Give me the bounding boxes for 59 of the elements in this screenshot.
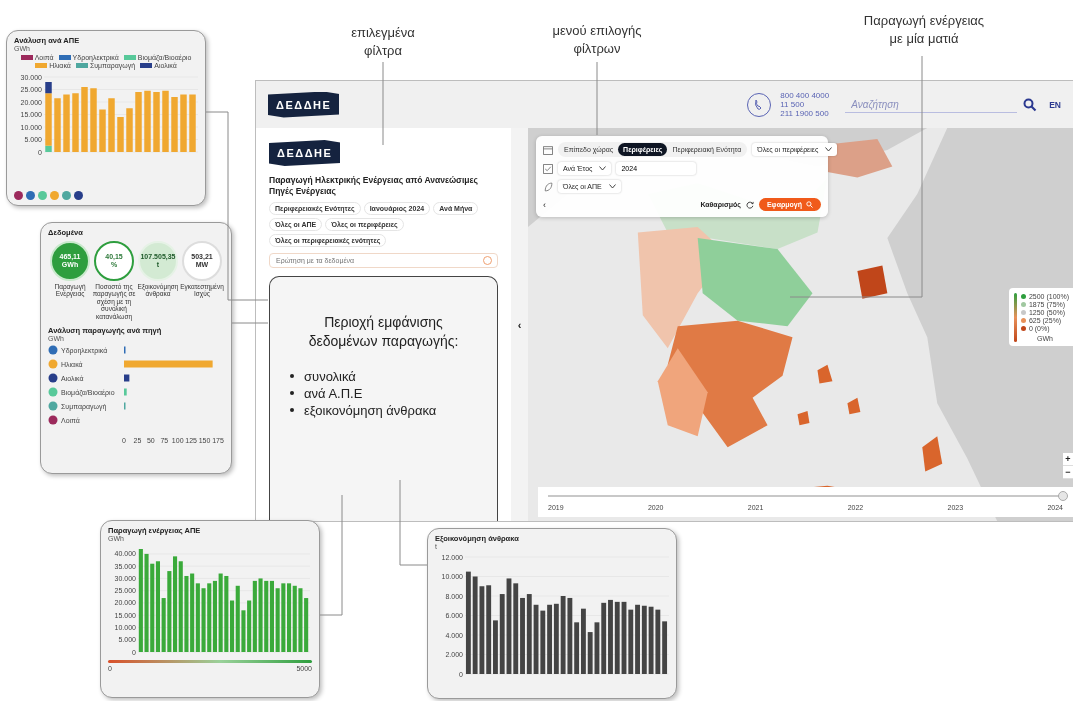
legend-swatch (35, 63, 48, 68)
page-title: Παραγωγή Ηλεκτρικής Ενέργειας από Ανανεώσιμες Πηγές Ενέργειας (269, 175, 479, 198)
bar (126, 108, 133, 152)
legend-swatch (140, 63, 153, 68)
logo[interactable]: ΔΕΔΔΗΕ (269, 140, 341, 166)
search-icon (806, 201, 813, 208)
search-icon[interactable] (1023, 97, 1038, 112)
leader-line (231, 322, 269, 324)
phone-number[interactable]: 800 400 4000 (780, 90, 830, 100)
bar (189, 94, 196, 152)
bar (117, 117, 124, 152)
phone-icon (746, 91, 773, 118)
search-field[interactable]: Αναζήτηση (845, 96, 1018, 113)
bar (171, 97, 178, 152)
overlay-heading: Περιοχή εμφάνισης δεδομένων παραγωγής: (307, 313, 460, 351)
zoom-button[interactable]: − (1063, 466, 1073, 479)
bullet-text: ανά Α.Π.Ε (304, 385, 363, 401)
checklist-icon (543, 163, 553, 174)
bullet-icon (290, 374, 294, 379)
leaf-icon (543, 181, 553, 192)
annotation: επιλεγμένα φίλτρα (350, 24, 416, 60)
bar (162, 90, 169, 152)
timeline-handle[interactable] (1058, 491, 1068, 501)
bullet-icon (290, 408, 294, 413)
bullet-text: συνολικά (304, 368, 356, 384)
reset-icon[interactable] (745, 200, 754, 209)
annotation: μενού επιλογής φίλτρων (551, 22, 643, 58)
logo[interactable]: ΔΕΔΔΗΕ (268, 91, 340, 118)
zoom-button[interactable]: + (1063, 453, 1073, 466)
bullet-text: εξοικονόμηση άνθρακα (304, 402, 437, 418)
chevron-icon (825, 147, 833, 152)
phone-number[interactable]: 11 500 (780, 99, 830, 110)
bar (108, 98, 115, 152)
bar (124, 374, 130, 382)
legend-swatch (58, 55, 71, 60)
legend-swatch (20, 55, 33, 60)
bar (144, 90, 151, 152)
bar (153, 92, 160, 152)
bar (135, 92, 142, 152)
legend-swatch (75, 63, 88, 68)
calendar-icon (543, 144, 553, 155)
bar (180, 94, 187, 152)
back-button[interactable]: ‹ (543, 199, 546, 210)
phone-number[interactable]: 211 1900 500 (780, 109, 830, 119)
bullet-icon (290, 391, 294, 396)
bar (81, 87, 88, 152)
collapse-button[interactable]: ‹ (517, 318, 522, 331)
bar (63, 94, 70, 152)
bar (124, 388, 127, 396)
bar (54, 98, 61, 152)
bar (72, 93, 79, 152)
bar (90, 88, 97, 152)
chevron-icon (608, 184, 616, 189)
chevron-icon (599, 166, 607, 171)
gradient-bar (1013, 293, 1017, 342)
legend-swatch (123, 55, 136, 60)
bar (99, 109, 106, 152)
annotation: Παραγωγή ενέργειας με μία ματιά (862, 12, 986, 48)
language-link[interactable]: EN (1049, 99, 1061, 110)
